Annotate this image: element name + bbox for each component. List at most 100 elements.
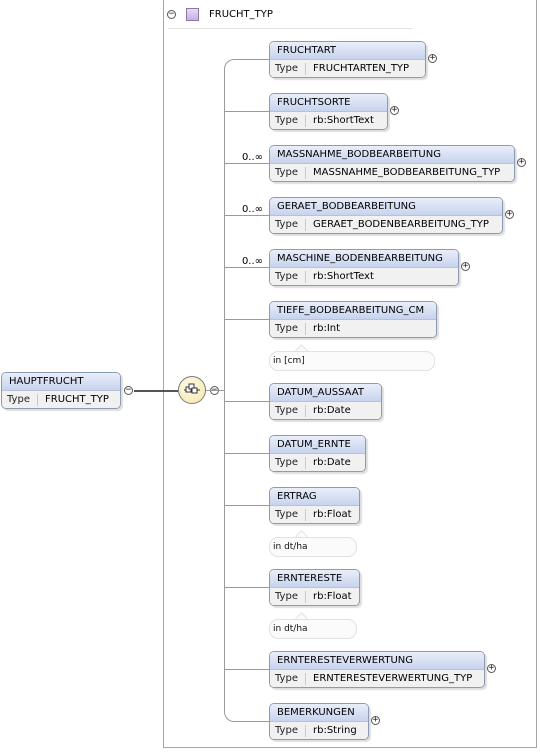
element-type-value: rb:Int (313, 323, 341, 334)
element-name: TIEFE_BODBEARBEITUNG_CM (270, 302, 436, 320)
root-element-type-row: Type FRUCHT_TYP (2, 391, 120, 408)
type-divider (305, 405, 306, 417)
element-name: ERNTERESTEVERWERTUNG (270, 652, 484, 670)
multiplicity-label: 0..∞ (241, 204, 263, 215)
connector-branch (224, 267, 269, 268)
element-type-value: rb:ShortText (313, 271, 374, 282)
element-type-label: Type (275, 509, 298, 520)
element-type-row: Type GERAET_BODENBEARBEITUNG_TYP (270, 216, 502, 233)
root-element[interactable]: HAUPTFRUCHT Type FRUCHT_TYP (1, 372, 121, 409)
element-type-label: Type (275, 271, 298, 282)
connector-branch (224, 453, 269, 454)
element-type-value: MASSNAHME_BODBEARBEITUNG_TYP (313, 167, 501, 178)
element-type-row: Type rb:ShortText (270, 112, 387, 129)
type-divider (37, 394, 38, 406)
schema-element[interactable]: MASCHINE_BODENBEARBEITUNG Type rb:ShortTex… (269, 249, 459, 286)
element-type-row: Type FRUCHTARTEN_TYP (270, 60, 425, 77)
element-type-row: Type rb:Int (270, 320, 436, 337)
element-type-value: FRUCHTARTEN_TYP (313, 63, 410, 74)
element-name: ERTRAG (270, 488, 359, 506)
expand-icon[interactable]: + (371, 716, 380, 725)
sequence-compositor-icon[interactable] (178, 376, 206, 404)
element-type-value: rb:Float (313, 591, 352, 602)
expand-icon[interactable]: + (505, 210, 514, 219)
connector-branch (224, 111, 269, 112)
element-type-value: rb:Float (313, 509, 352, 520)
connector-branch (224, 505, 269, 506)
element-type-label: Type (275, 323, 298, 334)
schema-element[interactable]: ERTRAG Type rb:Float (269, 487, 360, 524)
connector-vertical-line (224, 71, 225, 709)
multiplicity-label: 0..∞ (241, 256, 263, 267)
root-type-label: Type (7, 394, 30, 405)
expand-icon[interactable]: + (517, 158, 526, 167)
complex-type-name: FRUCHT_TYP (209, 9, 273, 20)
schema-element[interactable]: GERAET_BODBEARBEITUNG Type GERAET_BODENBEA… (269, 197, 503, 234)
root-element-name: HAUPTFRUCHT (2, 373, 120, 391)
element-type-label: Type (275, 115, 298, 126)
element-type-label: Type (275, 457, 298, 468)
element-name: ERNTERESTE (270, 570, 359, 588)
connector-branch (235, 721, 269, 722)
expand-icon[interactable]: + (487, 664, 496, 673)
element-type-label: Type (275, 63, 298, 74)
connector-branch (224, 319, 269, 320)
type-divider (305, 509, 306, 521)
expand-icon[interactable]: + (390, 106, 399, 115)
multiplicity-label: 0..∞ (241, 152, 263, 163)
element-type-label: Type (275, 167, 298, 178)
collapse-complex-type-icon[interactable]: − (167, 10, 176, 19)
element-name: FRUCHTSORTE (270, 94, 387, 112)
element-type-row: Type rb:Date (270, 454, 365, 471)
expand-icon[interactable]: + (428, 54, 437, 63)
connector-branch (235, 59, 269, 60)
schema-element[interactable]: FRUCHTART Type FRUCHTARTEN_TYP (269, 41, 426, 78)
element-type-label: Type (275, 591, 298, 602)
connector-branch (224, 587, 269, 588)
element-name: MASCHINE_BODENBEARBEITUNG (270, 250, 458, 268)
complex-type-icon (186, 8, 199, 21)
collapse-root-icon[interactable]: − (124, 386, 133, 395)
annotation-note: in dt/ha (269, 537, 357, 557)
type-divider (305, 271, 306, 283)
schema-element[interactable]: DATUM_ERNTE Type rb:Date (269, 435, 366, 472)
element-type-value: rb:Date (313, 405, 351, 416)
schema-element[interactable]: ERNTERESTE Type rb:Float (269, 569, 360, 606)
element-type-row: Type rb:Date (270, 402, 381, 419)
type-divider (305, 219, 306, 231)
element-type-label: Type (275, 405, 298, 416)
type-divider (305, 167, 306, 179)
element-name: GERAET_BODBEARBEITUNG (270, 198, 502, 216)
schema-element[interactable]: FRUCHTSORTE Type rb:ShortText (269, 93, 388, 130)
element-type-row: Type rb:Float (270, 506, 359, 523)
expand-icon[interactable]: + (461, 262, 470, 271)
connector-branch (224, 401, 269, 402)
element-type-row: Type MASSNAHME_BODBEARBEITUNG_TYP (270, 164, 514, 181)
schema-element[interactable]: ERNTERESTEVERWERTUNG Type ERNTERESTEVERWER… (269, 651, 485, 688)
element-type-value: rb:Date (313, 457, 351, 468)
element-type-label: Type (275, 219, 298, 230)
element-name: DATUM_ERNTE (270, 436, 365, 454)
type-divider (305, 591, 306, 603)
annotation-note: in [cm] (269, 351, 435, 371)
connector-branch (224, 215, 269, 216)
connector-branch (224, 163, 269, 164)
element-type-value: GERAET_BODENBEARBEITUNG_TYP (313, 219, 489, 230)
schema-element[interactable]: TIEFE_BODBEARBEITUNG_CM Type rb:Int (269, 301, 437, 338)
type-divider (305, 457, 306, 469)
element-type-row: Type rb:String (270, 722, 368, 739)
annotation-note: in dt/ha (269, 619, 357, 639)
type-divider (305, 115, 306, 127)
type-divider (305, 725, 306, 737)
element-type-row: Type rb:Float (270, 588, 359, 605)
element-type-row: Type ERNTERESTEVERWERTUNG_TYP (270, 670, 484, 687)
element-type-row: Type rb:ShortText (270, 268, 458, 285)
schema-element[interactable]: MASSNAHME_BODBEARBEITUNG Type MASSNAHME_BO… (269, 145, 515, 182)
element-name: BEMERKUNGEN (270, 704, 368, 722)
element-type-value: ERNTERESTEVERWERTUNG_TYP (313, 673, 473, 684)
element-name: FRUCHTART (270, 42, 425, 60)
element-name: MASSNAHME_BODBEARBEITUNG (270, 146, 514, 164)
schema-element[interactable]: BEMERKUNGEN Type rb:String (269, 703, 369, 740)
root-connector (134, 390, 178, 392)
schema-element[interactable]: DATUM_AUSSAAT Type rb:Date (269, 383, 382, 420)
